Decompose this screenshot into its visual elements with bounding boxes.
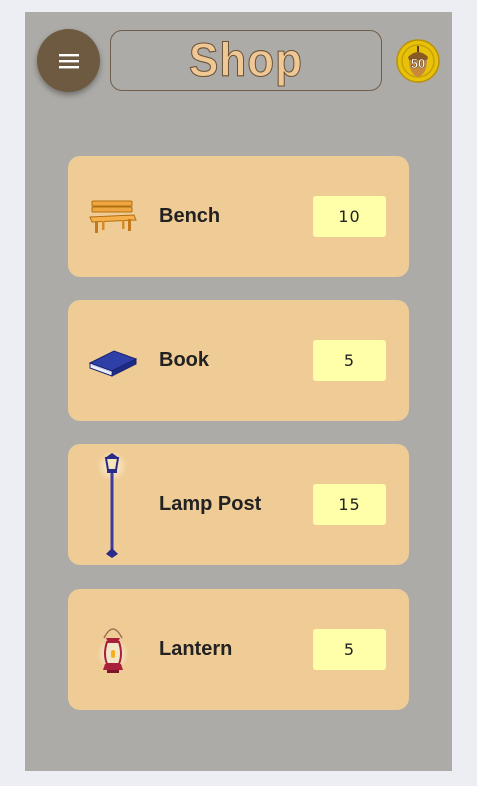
shop-item-lantern[interactable]: Lantern 5 xyxy=(68,589,409,710)
shop-item-bench[interactable]: Bench 10 xyxy=(68,156,409,277)
item-name: Lantern xyxy=(159,638,233,660)
item-name: Lamp Post xyxy=(159,493,262,515)
menu-button[interactable] xyxy=(37,29,100,92)
app-screen: Shop 50 Bench 10 Book 5 Lamp Post 15 Lan… xyxy=(25,12,452,771)
bench-icon xyxy=(89,200,137,233)
lantern-icon xyxy=(97,627,129,673)
item-name: Book xyxy=(159,349,209,371)
lamp-post-icon xyxy=(97,450,127,558)
buy-button[interactable]: 5 xyxy=(313,629,386,670)
buy-button[interactable]: 10 xyxy=(313,196,386,237)
shop-item-book[interactable]: Book 5 xyxy=(68,300,409,421)
hamburger-menu-icon xyxy=(58,53,79,68)
item-name: Bench xyxy=(159,205,221,227)
title-box: Shop xyxy=(110,30,382,91)
buy-button[interactable]: 5 xyxy=(313,340,386,381)
coin-balance: 50 xyxy=(396,39,440,83)
buy-button[interactable]: 15 xyxy=(313,484,386,525)
coin-count: 50 xyxy=(410,55,426,71)
shop-item-lamp-post[interactable]: Lamp Post 15 xyxy=(68,444,409,565)
page-title: Shop xyxy=(189,33,303,87)
book-icon xyxy=(88,349,138,377)
